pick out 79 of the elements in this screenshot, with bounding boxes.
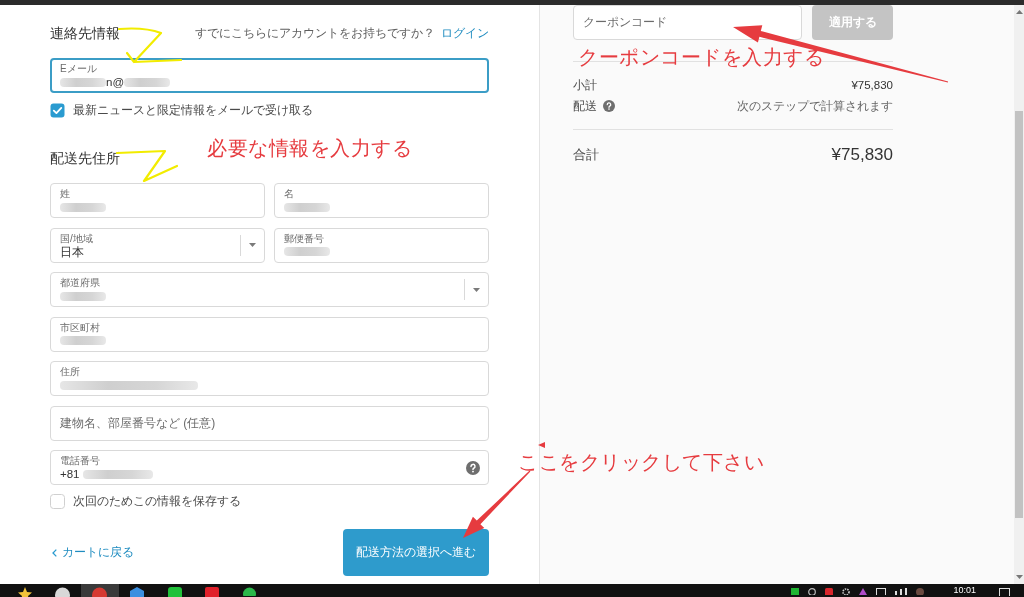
tray-icon[interactable] — [825, 588, 834, 595]
total-value: ¥75,830 — [831, 144, 893, 166]
field-value: n@ — [106, 75, 125, 89]
checkbox[interactable] — [50, 493, 65, 509]
dropdown-field[interactable]: 都道府県 — [50, 272, 489, 307]
caret-icon — [249, 243, 256, 247]
section-heading: 配送先住所 — [50, 149, 120, 167]
section-heading: 連絡先情報 — [50, 24, 120, 42]
ring-icon[interactable] — [808, 588, 817, 595]
scroll-up-icon[interactable] — [1015, 10, 1023, 14]
annotation-text: クーポンコードを入力する — [578, 45, 824, 69]
login-link[interactable]: ログイン — [441, 25, 489, 41]
redaction-block — [60, 202, 106, 212]
redaction-block — [60, 291, 106, 301]
field-label: 郵便番号 — [284, 232, 325, 245]
help-icon[interactable] — [466, 460, 480, 475]
coupon-code-field[interactable]: クーポンコード — [573, 5, 802, 40]
field-label: 住所 — [60, 366, 81, 378]
circle-tray-icon[interactable] — [916, 588, 925, 595]
input-field[interactable]: 市区町村 — [50, 316, 489, 352]
redaction-block — [284, 247, 330, 256]
summary-label: 小計 — [573, 77, 597, 93]
redaction-block — [82, 469, 153, 479]
redaction-block — [60, 77, 106, 87]
continue-button[interactable]: 配送方法の選択へ進む — [343, 529, 489, 576]
dotted-ring-icon[interactable] — [842, 588, 851, 595]
hexagon-icon[interactable] — [130, 587, 145, 597]
annotation-text: 必要な情報を入力する — [207, 136, 412, 160]
checkbox-label: 最新ニュースと限定情報をメールで受け取る — [73, 102, 313, 118]
field-label: 姓 — [60, 188, 71, 200]
input-field[interactable]: 姓 — [50, 183, 265, 218]
field-label: 名 — [284, 188, 295, 200]
triangle-icon[interactable] — [859, 588, 868, 595]
help-icon[interactable] — [603, 100, 615, 112]
input-field[interactable]: 電話番号 +81 — [50, 450, 489, 485]
account-prompt: すでにこちらにアカウントをお持ちですか？ — [195, 25, 435, 41]
summary-label: 配送 — [573, 98, 597, 114]
summary-value: ¥75,830 — [851, 77, 893, 93]
redaction-block — [60, 336, 106, 345]
field-label: 電話番号 — [60, 455, 101, 467]
input-field[interactable]: 名 — [274, 183, 489, 218]
caret-icon — [473, 287, 480, 292]
signal-icon[interactable] — [895, 588, 908, 595]
scroll-down-icon[interactable] — [1015, 575, 1023, 579]
square-outline-icon[interactable] — [999, 588, 1010, 596]
redaction-block — [124, 77, 171, 87]
field-label: 国/地域 — [60, 232, 94, 245]
email-field[interactable]: Eメール n@ — [50, 58, 489, 93]
field-value: 日本 — [60, 244, 84, 259]
checkbox[interactable] — [50, 102, 65, 118]
square-app-icon[interactable] — [167, 587, 182, 597]
input-field[interactable]: 住所 — [50, 361, 489, 396]
star-icon[interactable] — [17, 587, 32, 597]
redaction-block — [284, 202, 330, 212]
input-field[interactable]: 郵便番号 — [274, 227, 489, 263]
summary-value: 次のステップで計算されます — [737, 98, 893, 114]
back-link[interactable]: カートに戻る — [52, 545, 134, 560]
square-app-icon[interactable] — [205, 587, 220, 597]
field-label: 都道府県 — [60, 277, 101, 289]
checkbox-label: 次回のためこの情報を保存する — [73, 493, 241, 509]
circle-app-icon[interactable] — [54, 587, 70, 597]
dropdown-field[interactable]: 国/地域 日本 — [50, 227, 265, 263]
annotation-arrow — [462, 470, 532, 539]
field-value: +81 — [60, 467, 80, 481]
total-label: 合計 — [573, 147, 599, 163]
circle-app-icon[interactable] — [243, 587, 257, 596]
clock-time[interactable]: 10:01 — [953, 585, 976, 595]
arrowhead-icon — [538, 442, 545, 448]
square-outline-icon[interactable] — [876, 588, 887, 595]
scrollbar-thumb[interactable] — [1015, 111, 1023, 518]
annotation-text: ここをクリックして下さい — [518, 450, 764, 474]
active-taskbar-button[interactable] — [81, 584, 119, 597]
field-label: Eメール — [60, 63, 98, 75]
scribble-arrow — [118, 26, 182, 65]
input-field[interactable]: 建物名、部屋番号など (任意) — [50, 405, 489, 441]
field-label: 市区町村 — [60, 321, 101, 334]
tray-icon[interactable] — [791, 588, 800, 595]
chevron-left-icon — [52, 548, 57, 557]
scrollbar[interactable] — [1014, 5, 1024, 584]
